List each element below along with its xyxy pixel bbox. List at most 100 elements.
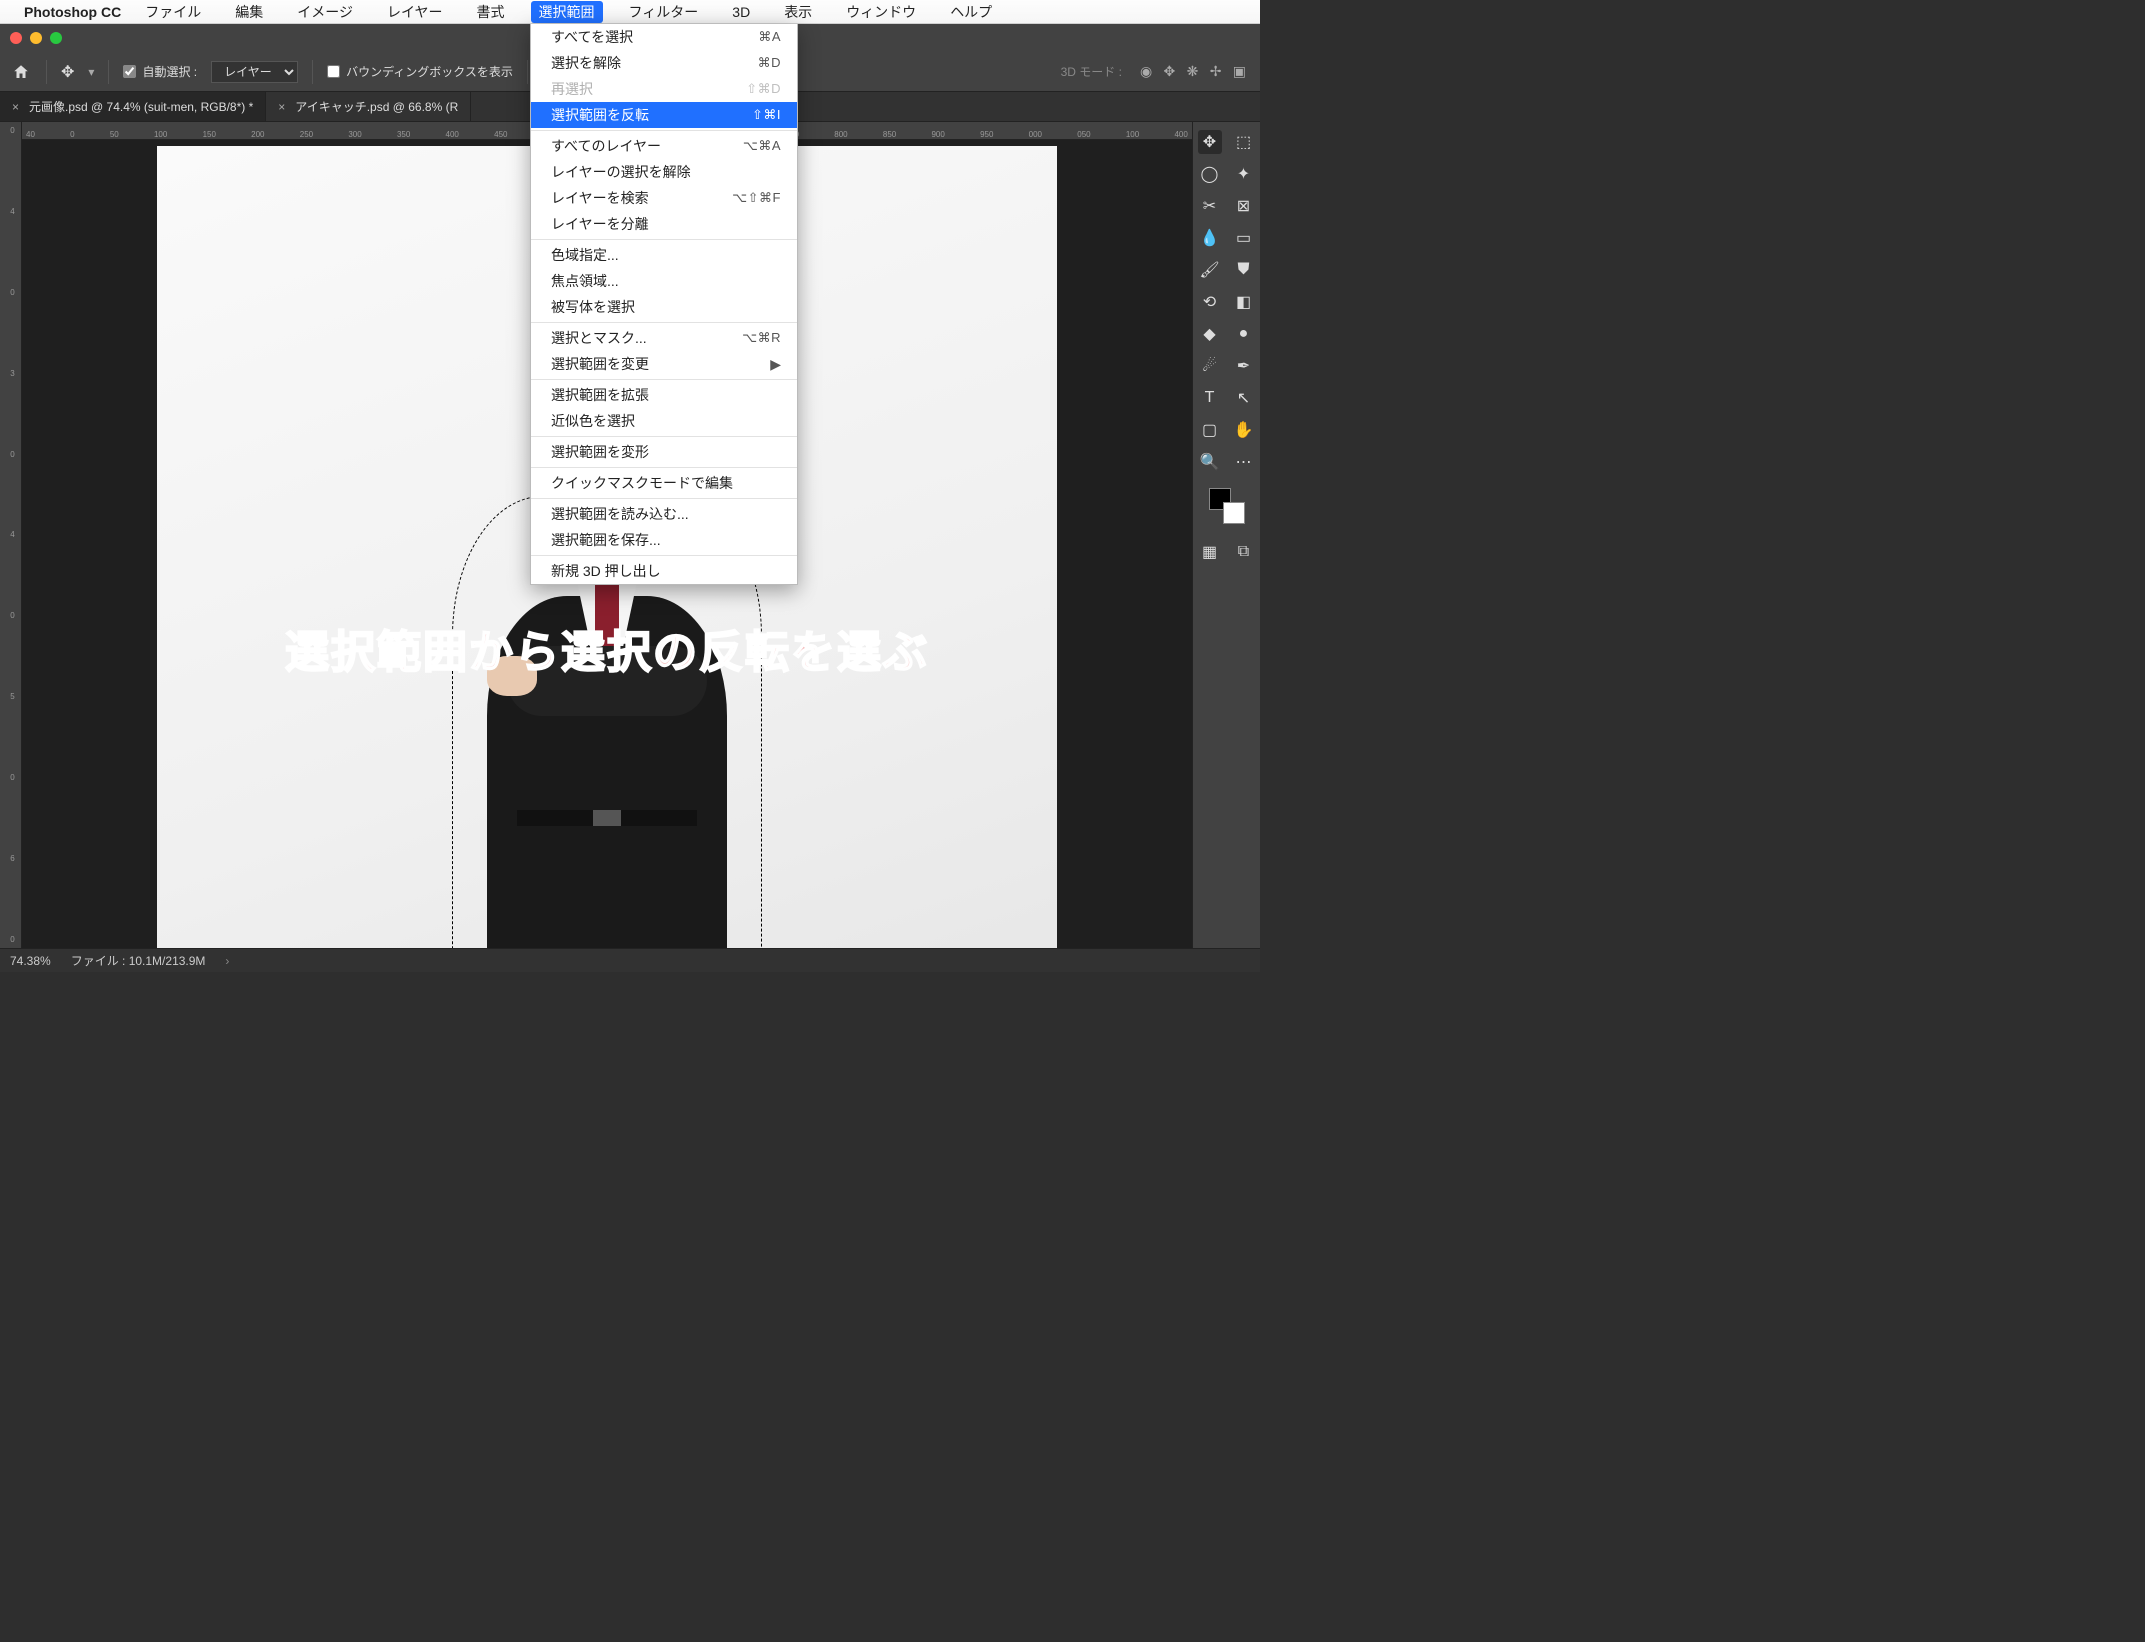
menu-item-クイックマスクモードで編集[interactable]: クイックマスクモードで編集	[531, 470, 797, 496]
menu-item-焦点領域...[interactable]: 焦点領域...	[531, 268, 797, 294]
move-tool[interactable]: ✥	[1198, 130, 1222, 154]
menu-item-選択範囲を変更[interactable]: 選択範囲を変更▶	[531, 351, 797, 377]
orbit-icon[interactable]: ◉	[1140, 63, 1152, 79]
menu-item-label: 被写体を選択	[551, 297, 781, 317]
pen-tool[interactable]: ✒	[1232, 354, 1256, 378]
zoom-level[interactable]: 74.38%	[10, 954, 51, 968]
more-tool[interactable]: ⋯	[1232, 450, 1256, 474]
menu-item-選択範囲を読み込む...[interactable]: 選択範囲を読み込む...	[531, 501, 797, 527]
type-tool[interactable]: T	[1198, 386, 1222, 410]
marquee-tool[interactable]: ⬚	[1232, 130, 1256, 154]
quick-mask-button[interactable]: ▦	[1198, 540, 1222, 564]
menu-divider	[531, 555, 797, 556]
crop-tool[interactable]: ✂	[1198, 194, 1222, 218]
tool-preset-chevron-icon[interactable]: ▾	[88, 65, 94, 79]
menu-item-label: 選択とマスク...	[551, 328, 742, 348]
menu-divider	[531, 436, 797, 437]
zoom-tool[interactable]: 🔍	[1198, 450, 1222, 474]
menu-item-色域指定...[interactable]: 色域指定...	[531, 242, 797, 268]
blur-tool[interactable]: ●	[1232, 322, 1256, 346]
path-select-tool[interactable]: ↖	[1232, 386, 1256, 410]
menu-イメージ[interactable]: イメージ	[289, 1, 361, 23]
menu-item-近似色を選択[interactable]: 近似色を選択	[531, 408, 797, 434]
mac-menubar: Photoshop CC ファイル編集イメージレイヤー書式選択範囲フィルター 3D…	[0, 0, 1260, 24]
menu-item-label: 選択範囲を変更	[551, 354, 770, 374]
eraser-tool[interactable]: ◧	[1232, 290, 1256, 314]
bounding-box-label: バウンディングボックスを表示	[346, 63, 513, 80]
menu-選択範囲[interactable]: 選択範囲	[531, 1, 603, 23]
auto-select-input[interactable]	[123, 65, 136, 78]
rectangle-tool[interactable]: ▢	[1198, 418, 1222, 442]
menu-item-レイヤーの選択を解除[interactable]: レイヤーの選択を解除	[531, 159, 797, 185]
background-color[interactable]	[1223, 502, 1245, 524]
menu-item-すべてを選択[interactable]: すべてを選択⌘A	[531, 24, 797, 50]
menu-item-選択範囲を保存...[interactable]: 選択範囲を保存...	[531, 527, 797, 553]
minimize-window-button[interactable]	[30, 32, 42, 44]
home-icon	[12, 63, 30, 81]
close-tab-icon[interactable]: ×	[12, 100, 19, 114]
menu-編集[interactable]: 編集	[227, 1, 271, 23]
history-brush-tool[interactable]: ⟲	[1198, 290, 1222, 314]
menu-item-レイヤーを検索[interactable]: レイヤーを検索⌥⇧⌘F	[531, 185, 797, 211]
menu-ヘルプ[interactable]: ヘルプ	[942, 1, 1000, 23]
menu-3D[interactable]: 3D	[724, 1, 758, 23]
menu-item-label: 選択範囲を保存...	[551, 530, 781, 550]
menu-item-新規 3D 押し出し[interactable]: 新規 3D 押し出し	[531, 558, 797, 584]
auto-select-checkbox[interactable]: 自動選択 :	[123, 63, 197, 80]
menu-ファイル[interactable]: ファイル	[137, 1, 209, 23]
menu-item-選択範囲を変形[interactable]: 選択範囲を変形	[531, 439, 797, 465]
menu-item-選択範囲を反転[interactable]: 選択範囲を反転⇧⌘I	[531, 102, 797, 128]
menu-item-レイヤーを分離[interactable]: レイヤーを分離	[531, 211, 797, 237]
ruler-vertical[interactable]: 04030405060	[4, 122, 22, 948]
close-window-button[interactable]	[10, 32, 22, 44]
annotation-overlay: 選択範囲から選択の反転を選ぶ	[285, 616, 929, 680]
hand-tool[interactable]: ✋	[1232, 418, 1256, 442]
menu-item-label: レイヤーを分離	[551, 214, 781, 234]
menu-item-label: 焦点領域...	[551, 271, 781, 291]
frame-tool[interactable]: ▭	[1232, 226, 1256, 250]
dolly-icon[interactable]: ❋	[1187, 63, 1199, 79]
menu-item-label: 選択範囲を拡張	[551, 385, 781, 405]
magic-wand-tool[interactable]: ✦	[1232, 162, 1256, 186]
document-tab[interactable]: ×元画像.psd @ 74.4% (suit-men, RGB/8*) *	[0, 92, 266, 121]
separator	[312, 60, 313, 84]
brush-tool[interactable]: 🖌	[1198, 258, 1222, 282]
menu-item-被写体を選択[interactable]: 被写体を選択	[531, 294, 797, 320]
lasso-tool[interactable]: ◯	[1198, 162, 1222, 186]
slide-icon[interactable]: ✢	[1210, 63, 1222, 79]
menu-item-label: 色域指定...	[551, 245, 781, 265]
menu-item-shortcut: ⌥⇧⌘F	[732, 188, 781, 208]
menu-item-label: レイヤーの選択を解除	[551, 162, 781, 182]
dodge-tool[interactable]: ☄	[1198, 354, 1222, 378]
auto-select-target-dropdown[interactable]: レイヤー	[211, 61, 298, 83]
menu-item-shortcut: ⌘D	[758, 53, 781, 73]
app-name[interactable]: Photoshop CC	[24, 4, 121, 20]
bounding-box-checkbox[interactable]: バウンディングボックスを表示	[327, 63, 513, 80]
menu-レイヤー[interactable]: レイヤー	[379, 1, 451, 23]
slice-tool[interactable]: ⊠	[1232, 194, 1256, 218]
menu-item-選択とマスク...[interactable]: 選択とマスク...⌥⌘R	[531, 325, 797, 351]
menu-item-すべてのレイヤー[interactable]: すべてのレイヤー⌥⌘A	[531, 133, 797, 159]
menu-ウィンドウ[interactable]: ウィンドウ	[838, 1, 924, 23]
pan-icon[interactable]: ✥	[1164, 63, 1176, 79]
status-chevron-icon[interactable]: ›	[225, 954, 229, 968]
bucket-tool[interactable]: ◆	[1198, 322, 1222, 346]
home-button[interactable]	[10, 61, 32, 83]
menu-書式[interactable]: 書式	[469, 1, 513, 23]
clone-tool[interactable]: ⛊	[1232, 258, 1256, 282]
bounding-box-input[interactable]	[327, 65, 340, 78]
screen-mode-button[interactable]: ⧉	[1232, 540, 1256, 564]
menu-表示[interactable]: 表示	[776, 1, 820, 23]
menu-item-選択を解除[interactable]: 選択を解除⌘D	[531, 50, 797, 76]
zoom-window-button[interactable]	[50, 32, 62, 44]
camera-icon[interactable]: ▣	[1233, 63, 1246, 79]
color-swatches[interactable]	[1209, 488, 1245, 524]
eyedropper-tool[interactable]: 💧	[1198, 226, 1222, 250]
menu-item-選択範囲を拡張[interactable]: 選択範囲を拡張	[531, 382, 797, 408]
close-tab-icon[interactable]: ×	[278, 100, 285, 114]
document-size[interactable]: ファイル : 10.1M/213.9M	[71, 952, 206, 969]
move-tool-icon: ✥	[61, 62, 74, 82]
document-tab[interactable]: ×アイキャッチ.psd @ 66.8% (R	[266, 92, 471, 121]
menu-divider	[531, 322, 797, 323]
menu-フィルター[interactable]: フィルター	[621, 1, 707, 23]
